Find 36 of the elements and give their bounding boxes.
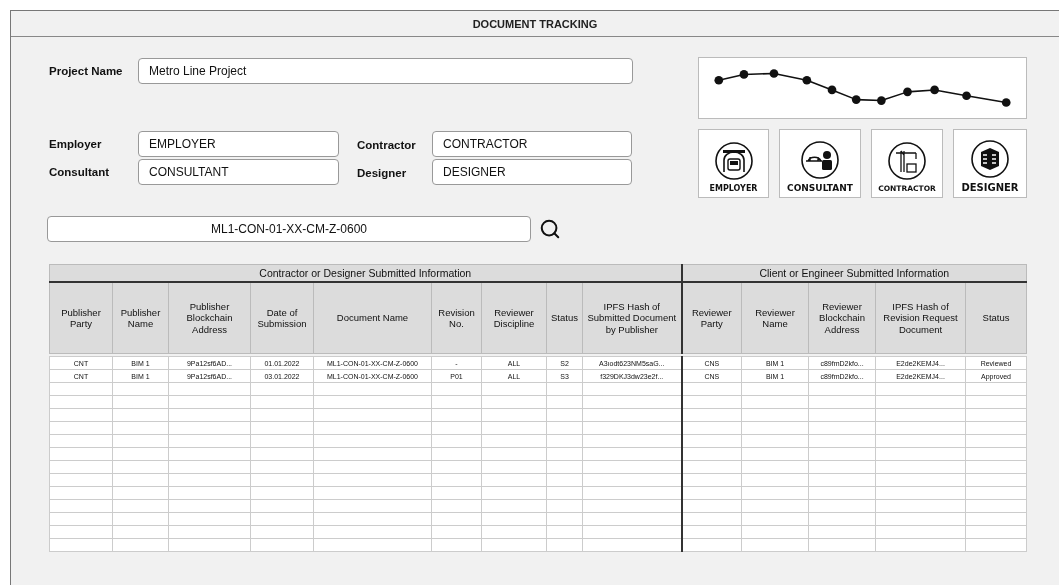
column-header: Reviewer Discipline [481, 282, 547, 354]
party-button[interactable]: EMPLOYER [698, 129, 769, 198]
field-label: Designer [357, 167, 407, 179]
column-header: IPFS Hash of Revision Request Document [875, 282, 966, 354]
project-name-field[interactable]: Metro Line Project [138, 58, 633, 84]
crane-icon [887, 141, 927, 181]
input-field[interactable]: DESIGNER [432, 159, 632, 185]
input-field[interactable]: CONSULTANT [138, 159, 339, 185]
window-title: DOCUMENT TRACKING [472, 17, 598, 30]
column-header: Document Name [313, 282, 432, 354]
field-label: Project Name [49, 65, 123, 77]
column-header: Publisher Party [49, 282, 113, 354]
search-icon[interactable] [539, 218, 561, 240]
party-button[interactable]: CONSULTANT [779, 129, 861, 198]
column-header: Status [965, 282, 1027, 354]
column-header: Reviewer Name [741, 282, 809, 354]
tunnel-train-icon [713, 141, 754, 181]
field-label: Consultant [49, 166, 110, 178]
building-icon [970, 139, 1010, 179]
bridge-worker-icon [800, 140, 840, 180]
search-field[interactable]: ML1-CON-01-XX-CM-Z-0600 [47, 216, 531, 242]
input-field[interactable]: CONTRACTOR [432, 131, 632, 157]
column-header: Date of Submission [250, 282, 314, 354]
column-header: Publisher Blockchain Address [168, 282, 251, 354]
column-header: Reviewer Blockchain Address [808, 282, 876, 354]
column-header: Revision No. [431, 282, 482, 354]
column-header: Status [546, 282, 583, 354]
column-header: Reviewer Party [681, 282, 742, 354]
column-header: Publisher Name [112, 282, 169, 354]
group-header: Client or Engineer Submitted Information [681, 264, 1027, 282]
column-header: IPFS Hash of Submitted Document by Publisher [582, 282, 682, 354]
field-label: Employer [49, 138, 102, 150]
field-label: Contractor [357, 139, 416, 151]
group-header: Contractor or Designer Submitted Information [49, 264, 682, 282]
input-field[interactable]: EMPLOYER [138, 131, 339, 157]
party-button[interactable]: DESIGNER [953, 129, 1027, 198]
